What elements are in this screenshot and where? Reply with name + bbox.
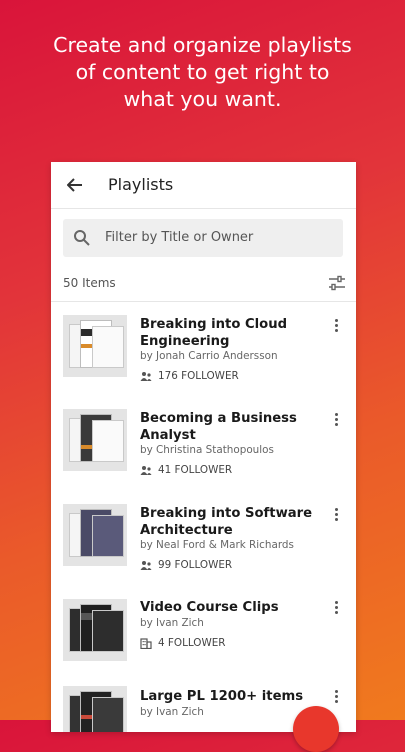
more-options-icon[interactable] — [332, 507, 340, 525]
playlist-title: Breaking into Software Architecture — [140, 506, 313, 538]
playlist-author: by Jonah Carrio Andersson — [140, 350, 278, 362]
add-button[interactable] — [293, 706, 339, 752]
playlist-author: by Ivan Zich — [140, 706, 204, 718]
arrow-left-icon[interactable] — [64, 174, 86, 196]
search-input[interactable]: Filter by Title or Owner — [63, 219, 343, 257]
playlist-title: Large PL 1200+ items — [140, 689, 304, 704]
playlist-author: by Christina Stathopoulos — [140, 444, 274, 456]
playlist-title: Breaking into Cloud Engineering — [140, 317, 288, 349]
more-options-icon[interactable] — [332, 318, 340, 336]
headline-line-2: of content to get right to — [75, 60, 330, 84]
follower-count: 99 FOLLOWER — [140, 559, 232, 571]
page-title: Playlists — [108, 175, 174, 194]
list-item[interactable]: Breaking into Cloud Engineering by Jonah … — [51, 312, 356, 406]
building-icon — [140, 637, 152, 649]
divider — [51, 301, 356, 302]
item-count: 50 Items — [63, 276, 116, 290]
people-icon — [140, 560, 152, 570]
list-header: 50 Items — [51, 264, 356, 302]
follower-count: 41 FOLLOWER — [140, 464, 232, 476]
search-placeholder: Filter by Title or Owner — [105, 230, 254, 245]
playlist-title: Becoming a Business Analyst — [140, 411, 297, 443]
headline-line-3: what you want. — [123, 87, 282, 111]
playlist-author: by Neal Ford & Mark Richards — [140, 539, 294, 551]
follower-count: 4 FOLLOWER — [140, 637, 226, 649]
more-options-icon[interactable] — [332, 600, 340, 618]
phone-screen-card: Playlists Filter by Title or Owner 50 It… — [51, 162, 356, 732]
app-bar: Playlists — [51, 162, 356, 208]
list-item[interactable]: Video Course Clips by Ivan Zich 4 FOLLOW… — [51, 597, 356, 691]
playlist-thumbnail — [63, 409, 127, 471]
people-icon — [140, 465, 152, 475]
list-item[interactable]: Becoming a Business Analyst by Christina … — [51, 407, 356, 501]
headline-line-1: Create and organize playlists — [53, 33, 352, 57]
playlist-thumbnail — [63, 686, 127, 732]
sliders-icon[interactable] — [328, 275, 346, 291]
playlist-thumbnail — [63, 599, 127, 661]
more-options-icon[interactable] — [332, 689, 340, 707]
promo-headline: Create and organize playlists of content… — [0, 32, 405, 113]
people-icon — [140, 371, 152, 381]
playlist-author: by Ivan Zich — [140, 617, 204, 629]
list-item[interactable]: Breaking into Software Architecture by Ne… — [51, 502, 356, 596]
divider — [51, 208, 356, 209]
follower-count: 176 FOLLOWER — [140, 370, 239, 382]
more-options-icon[interactable] — [332, 412, 340, 430]
playlist-thumbnail — [63, 315, 127, 377]
playlist-title: Video Course Clips — [140, 600, 279, 615]
search-icon — [74, 230, 90, 246]
playlist-thumbnail — [63, 504, 127, 566]
